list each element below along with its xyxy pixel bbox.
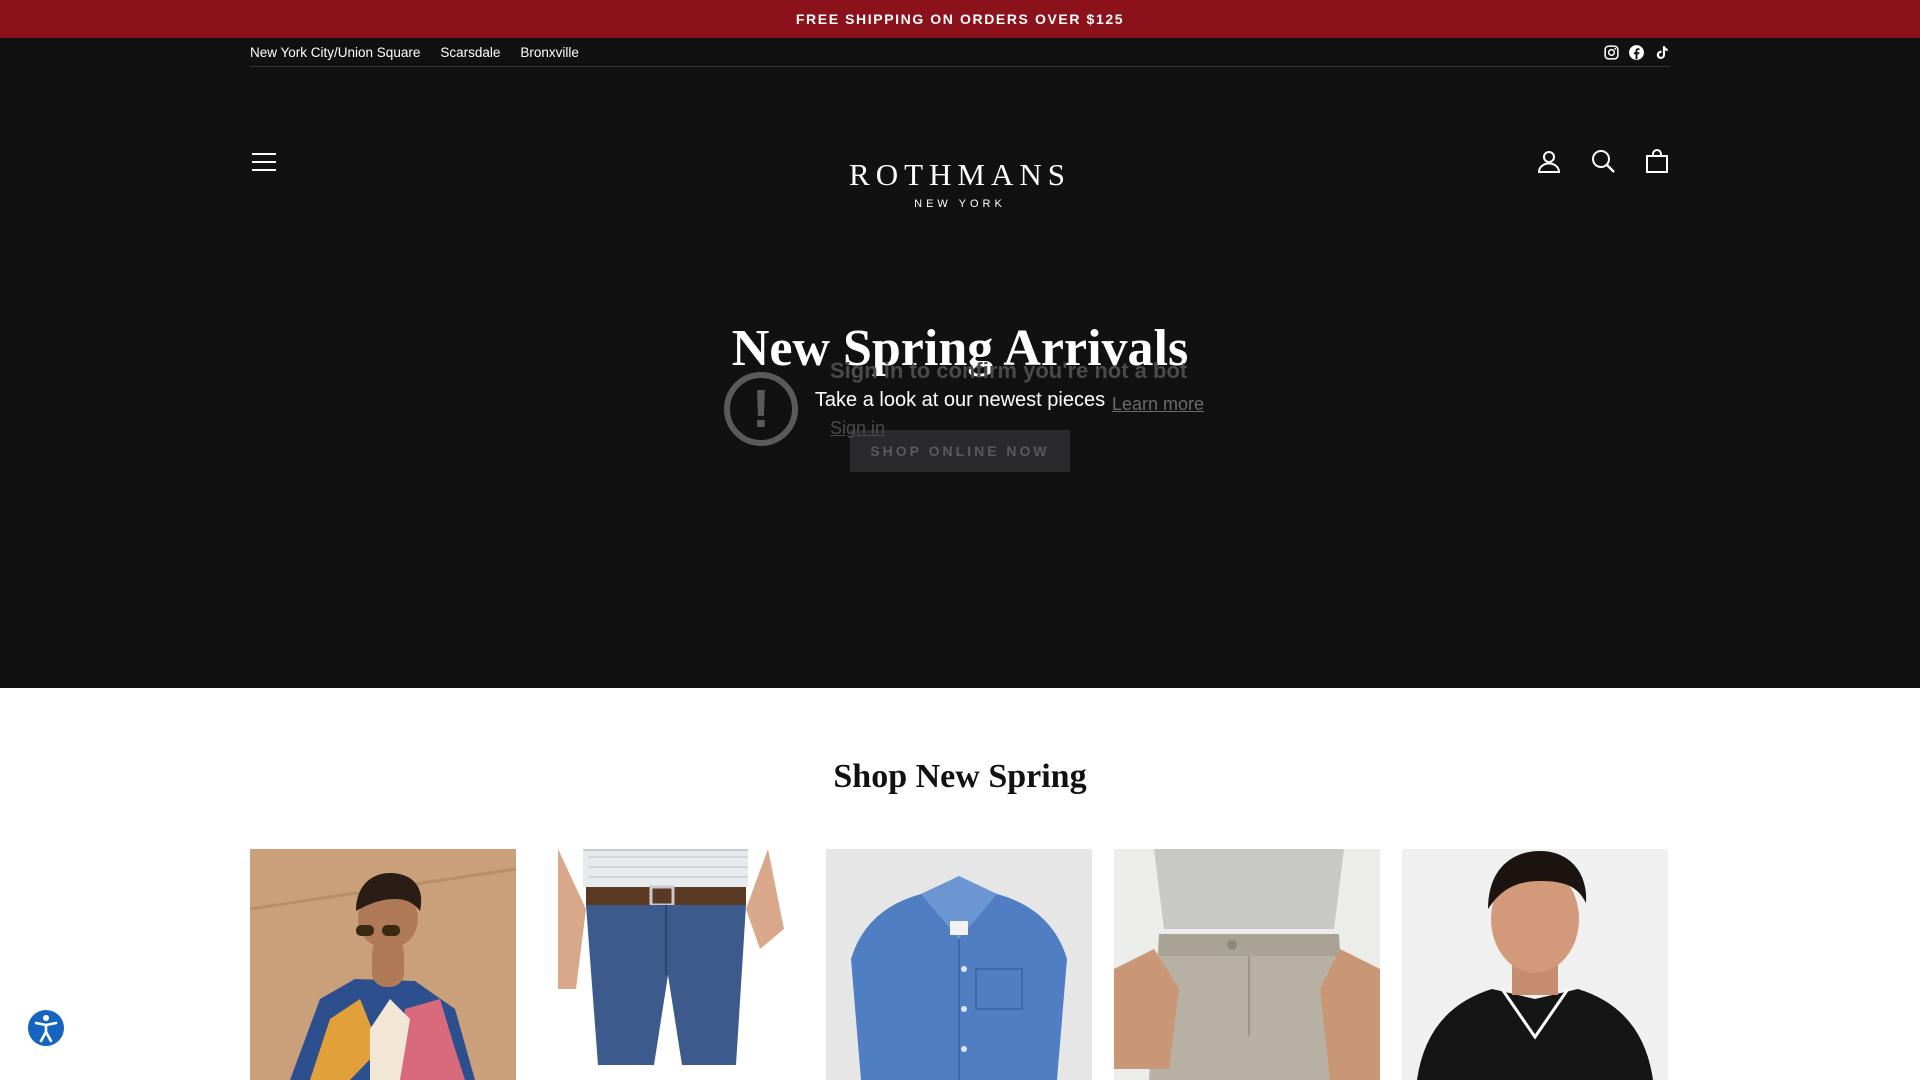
instagram-icon[interactable] (1603, 44, 1620, 61)
promo-bar: FREE SHIPPING ON ORDERS OVER $125 (0, 0, 1920, 38)
product-card[interactable] (826, 849, 1092, 1080)
product-image-khaki-pants (1114, 849, 1380, 1080)
product-image-blue-shirt (826, 849, 1092, 1080)
sign-in-link[interactable]: Sign in (830, 418, 885, 439)
product-grid (250, 849, 1668, 1080)
logo-subtitle: NEW YORK (914, 198, 1006, 210)
menu-icon[interactable] (250, 148, 278, 176)
store-locations: New York City/Union Square Scarsdale Bro… (250, 45, 579, 60)
learn-more-link[interactable]: Learn more (1112, 394, 1204, 415)
product-card[interactable] (250, 849, 516, 1080)
utility-bar: New York City/Union Square Scarsdale Bro… (250, 38, 1670, 67)
search-icon[interactable] (1590, 148, 1616, 174)
location-link-scarsdale[interactable]: Scarsdale (440, 45, 500, 60)
logo-wordmark: ROTHMANS (849, 157, 1071, 192)
product-image-printed-shirt (250, 849, 516, 1080)
accessibility-icon[interactable] (26, 1008, 66, 1048)
tiktok-icon[interactable] (1653, 44, 1670, 61)
brand-logo[interactable]: ROTHMANS NEW YORK (849, 159, 1071, 210)
product-card[interactable] (1114, 849, 1380, 1080)
location-link-nyc[interactable]: New York City/Union Square (250, 45, 420, 60)
product-image-black-polo (1402, 849, 1668, 1080)
product-card[interactable] (1402, 849, 1668, 1080)
main-nav: ROTHMANS NEW YORK (250, 122, 1670, 210)
cart-icon[interactable] (1644, 148, 1670, 174)
header-hero: New York City/Union Square Scarsdale Bro… (0, 38, 1920, 688)
promo-text: FREE SHIPPING ON ORDERS OVER $125 (795, 11, 1125, 27)
hero-title: New Spring Arrivals (731, 320, 1189, 377)
account-icon[interactable] (1536, 148, 1562, 174)
hero-banner: New Spring Arrivals Take a look at our n… (0, 323, 1920, 472)
product-card[interactable] (538, 849, 804, 1080)
header-actions (1536, 148, 1670, 174)
location-link-bronxville[interactable]: Bronxville (520, 45, 579, 60)
product-image-navy-shorts (538, 849, 804, 1080)
facebook-icon[interactable] (1628, 44, 1645, 61)
hero-subtitle: Take a look at our newest pieces (814, 389, 1106, 411)
section-title: Shop New Spring (833, 758, 1087, 795)
social-links (1603, 44, 1670, 61)
